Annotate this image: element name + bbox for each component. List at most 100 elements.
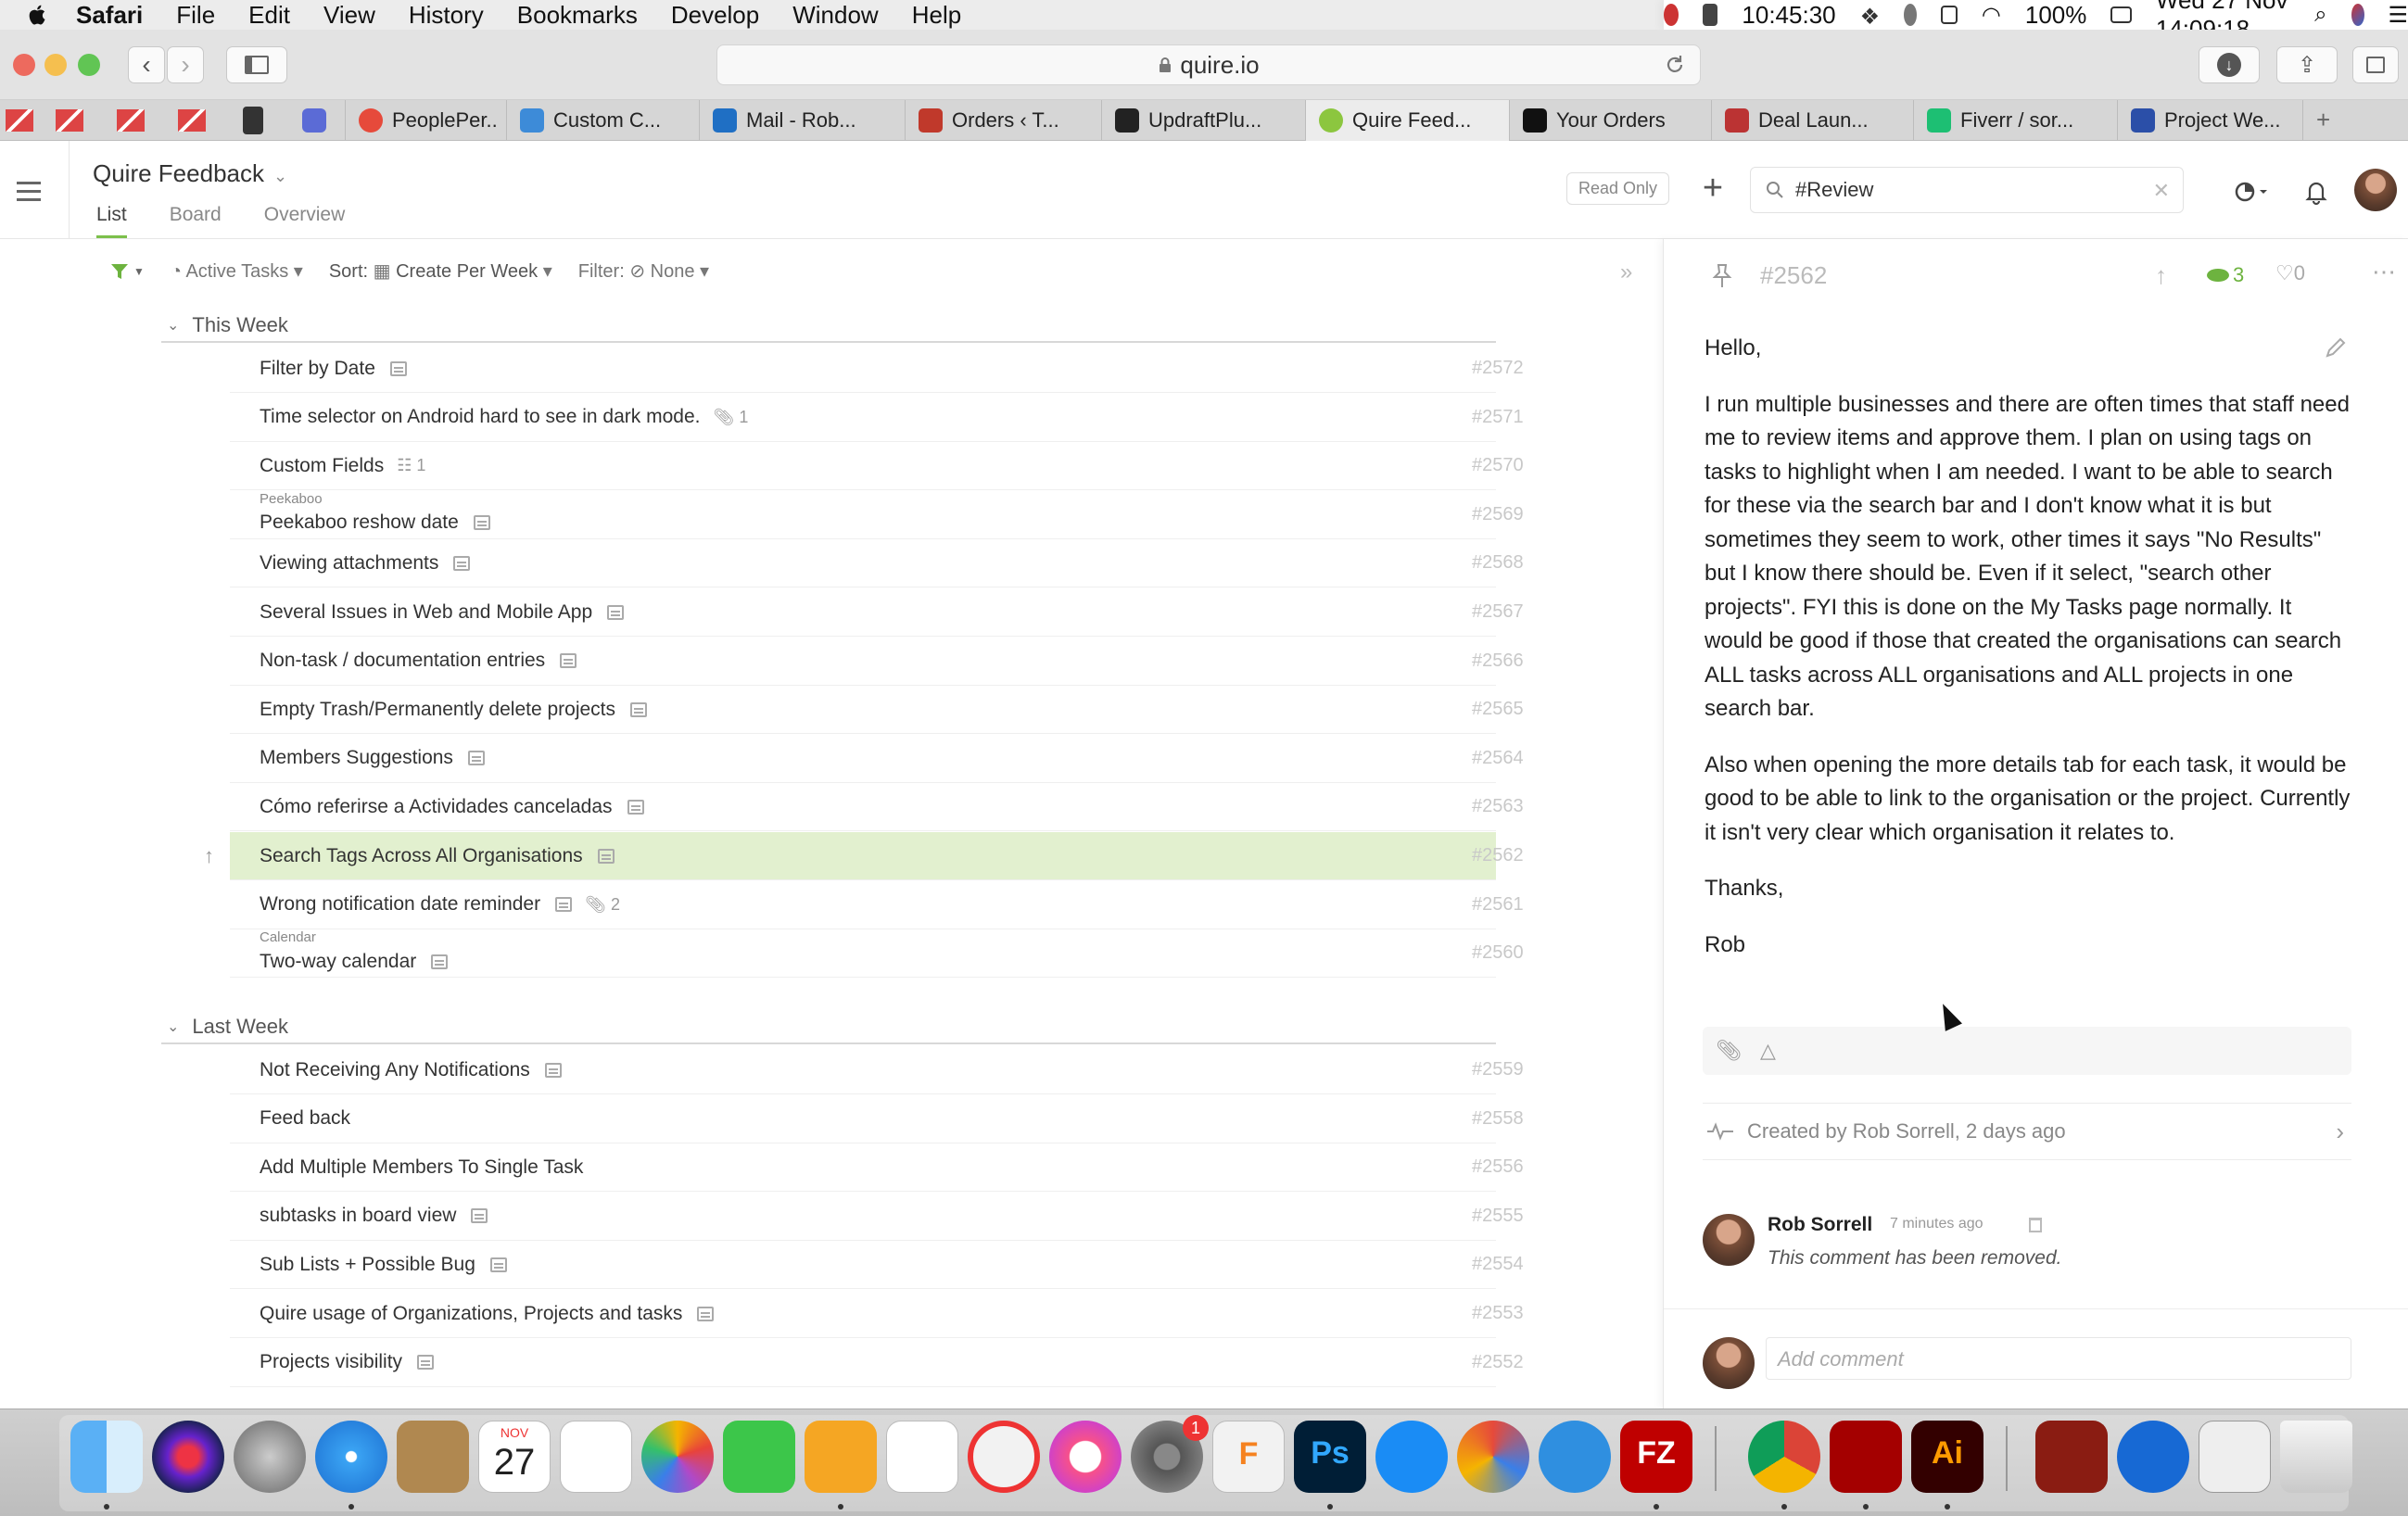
- section-last-week[interactable]: ⌄ Last Week: [161, 1011, 1496, 1044]
- browser-tab[interactable]: Custom C...: [506, 99, 699, 141]
- task-row[interactable]: Empty Trash/Permanently delete projects #…: [230, 686, 1524, 735]
- menu-history[interactable]: History: [409, 1, 484, 30]
- timer-icon[interactable]: [2232, 178, 2271, 206]
- chevron-down-icon[interactable]: ⌄: [273, 167, 287, 185]
- gmail-pinned-tab[interactable]: [39, 100, 100, 141]
- watchers-button[interactable]: 3: [2207, 263, 2244, 287]
- task-name[interactable]: Wrong notification date reminder: [260, 893, 540, 916]
- notification-bell-icon[interactable]: [2302, 178, 2330, 206]
- task-description[interactable]: Hello, I run multiple businesses and the…: [1705, 332, 2353, 984]
- arrow-up-icon[interactable]: ↑: [204, 844, 214, 868]
- chevron-right-icon[interactable]: ›: [2336, 1118, 2344, 1146]
- project-title[interactable]: Quire Feedback ⌄: [93, 159, 287, 188]
- chrome-icon[interactable]: [1748, 1421, 1820, 1493]
- battery-icon[interactable]: [2110, 6, 2132, 23]
- browser-tab[interactable]: Fiverr / sor...: [1913, 99, 2117, 141]
- photos-icon[interactable]: [641, 1421, 714, 1493]
- creative-cloud-icon[interactable]: [1664, 4, 1679, 26]
- task-row-selected[interactable]: ↑ Search Tags Across All Organisations #25…: [204, 832, 1524, 880]
- task-name[interactable]: Add Multiple Members To Single Task: [260, 1156, 583, 1179]
- task-row[interactable]: Cómo referirse a Actividades canceladas #…: [230, 783, 1524, 832]
- task-row[interactable]: Feed back #2558: [230, 1095, 1524, 1143]
- pin-icon[interactable]: [1710, 263, 1734, 289]
- task-name[interactable]: Search Tags Across All Organisations: [260, 845, 583, 867]
- browser-tab[interactable]: Mail - Rob...: [699, 99, 905, 141]
- zoom-window-button[interactable]: [78, 54, 100, 76]
- task-name[interactable]: Members Suggestions: [260, 747, 453, 769]
- numbers-icon[interactable]: [886, 1421, 958, 1493]
- system-preferences-icon[interactable]: 1: [1131, 1415, 1209, 1493]
- forward-button[interactable]: ›: [167, 46, 204, 83]
- google-drive-icon[interactable]: △: [1760, 1039, 1776, 1063]
- pdf-folder-icon[interactable]: [2035, 1421, 2108, 1493]
- task-name[interactable]: Cómo referirse a Actividades canceladas: [260, 796, 613, 818]
- arrow-up-icon[interactable]: ↑: [2155, 261, 2167, 290]
- task-row[interactable]: Custom Fields ☷ 1 #2570: [230, 442, 1524, 491]
- task-row[interactable]: Sub Lists + Possible Bug #2554: [230, 1241, 1524, 1290]
- menu-bookmarks[interactable]: Bookmarks: [517, 1, 638, 30]
- menu-app-name[interactable]: Safari: [76, 1, 143, 30]
- trash-icon[interactable]: [2280, 1421, 2352, 1493]
- task-name[interactable]: Non-task / documentation entries: [260, 650, 545, 672]
- illustrator-icon[interactable]: Ai: [1911, 1421, 1983, 1493]
- sidebar-toggle-button[interactable]: [226, 46, 287, 83]
- sort-dropdown[interactable]: Sort: ▦ Create Per Week ▾: [329, 259, 552, 283]
- task-row[interactable]: Peekaboo Peekaboo reshow date #2569: [230, 491, 1524, 539]
- siri-icon[interactable]: [152, 1421, 224, 1493]
- browser-tab[interactable]: Your Orders: [1509, 99, 1711, 141]
- task-name[interactable]: Custom Fields: [260, 455, 384, 477]
- tab-board[interactable]: Board: [170, 204, 222, 238]
- task-row[interactable]: Add Multiple Members To Single Task #2556: [230, 1143, 1524, 1193]
- safari-icon[interactable]: [315, 1421, 387, 1493]
- browser-tab[interactable]: UpdraftPlu...: [1101, 99, 1305, 141]
- task-name[interactable]: subtasks in board view: [260, 1205, 456, 1227]
- dropbox-icon[interactable]: ❖: [1860, 4, 1881, 30]
- migration-icon[interactable]: [2117, 1421, 2189, 1493]
- calendar-icon[interactable]: NOV 27: [478, 1421, 551, 1493]
- fusion-360-icon[interactable]: F: [1212, 1421, 1285, 1493]
- task-tag[interactable]: Calendar: [260, 929, 316, 945]
- apple-icon[interactable]: [26, 3, 50, 27]
- pinned-tab[interactable]: [222, 100, 284, 141]
- filter-dropdown[interactable]: Filter: ⊘ None ▾: [578, 259, 709, 283]
- chevron-down-icon[interactable]: ⌄: [167, 1017, 179, 1036]
- filezilla-icon[interactable]: FZ: [1620, 1421, 1692, 1493]
- airplay-icon[interactable]: [1941, 6, 1958, 24]
- tab-overview[interactable]: Overview: [264, 204, 346, 238]
- task-row[interactable]: Filter by Date #2572: [230, 345, 1524, 393]
- acrobat-icon[interactable]: [1830, 1421, 1902, 1493]
- address-bar[interactable]: quire.io: [716, 44, 1701, 85]
- add-comment-input[interactable]: Add comment: [1766, 1337, 2351, 1380]
- app-store-icon[interactable]: [1375, 1421, 1448, 1493]
- news-icon[interactable]: [968, 1421, 1040, 1493]
- task-name[interactable]: Empty Trash/Permanently delete projects: [260, 699, 615, 721]
- itunes-icon[interactable]: [1049, 1421, 1122, 1493]
- task-name[interactable]: Peekaboo reshow date: [260, 512, 459, 534]
- task-name[interactable]: Filter by Date: [260, 358, 375, 380]
- task-row[interactable]: Wrong notification date reminder 📎︎ 2 #256…: [230, 881, 1524, 929]
- like-button[interactable]: ♡0: [2275, 261, 2305, 285]
- downloads-button[interactable]: ↓: [2199, 46, 2260, 83]
- pinned-tab[interactable]: [284, 100, 345, 141]
- task-name[interactable]: Viewing attachments: [260, 552, 438, 575]
- task-tag[interactable]: Peekaboo: [260, 491, 323, 507]
- browser-tab[interactable]: Orders ‹ T...: [905, 99, 1101, 141]
- clear-search-icon[interactable]: ✕: [2153, 179, 2170, 203]
- downloads-stack-icon[interactable]: [2199, 1421, 2271, 1493]
- close-window-button[interactable]: [13, 54, 35, 76]
- user-avatar[interactable]: [2354, 169, 2397, 211]
- task-name[interactable]: Projects visibility: [260, 1351, 402, 1373]
- menu-help[interactable]: Help: [912, 1, 961, 30]
- browser-tab[interactable]: Deal Laun...: [1711, 99, 1913, 141]
- add-task-button[interactable]: +: [1696, 171, 1730, 206]
- gmail-pinned-tab[interactable]: [161, 100, 222, 141]
- menu-edit[interactable]: Edit: [248, 1, 290, 30]
- menu-window[interactable]: Window: [792, 1, 878, 30]
- browser-tab[interactable]: Project We...: [2117, 99, 2302, 141]
- task-name[interactable]: Time selector on Android hard to see in …: [260, 406, 700, 428]
- minimize-window-button[interactable]: [44, 54, 67, 76]
- backup-icon[interactable]: [1904, 4, 1918, 26]
- arc-app-icon[interactable]: [1457, 1421, 1529, 1493]
- trash-icon[interactable]: [2029, 1218, 2042, 1232]
- menu-view[interactable]: View: [323, 1, 375, 30]
